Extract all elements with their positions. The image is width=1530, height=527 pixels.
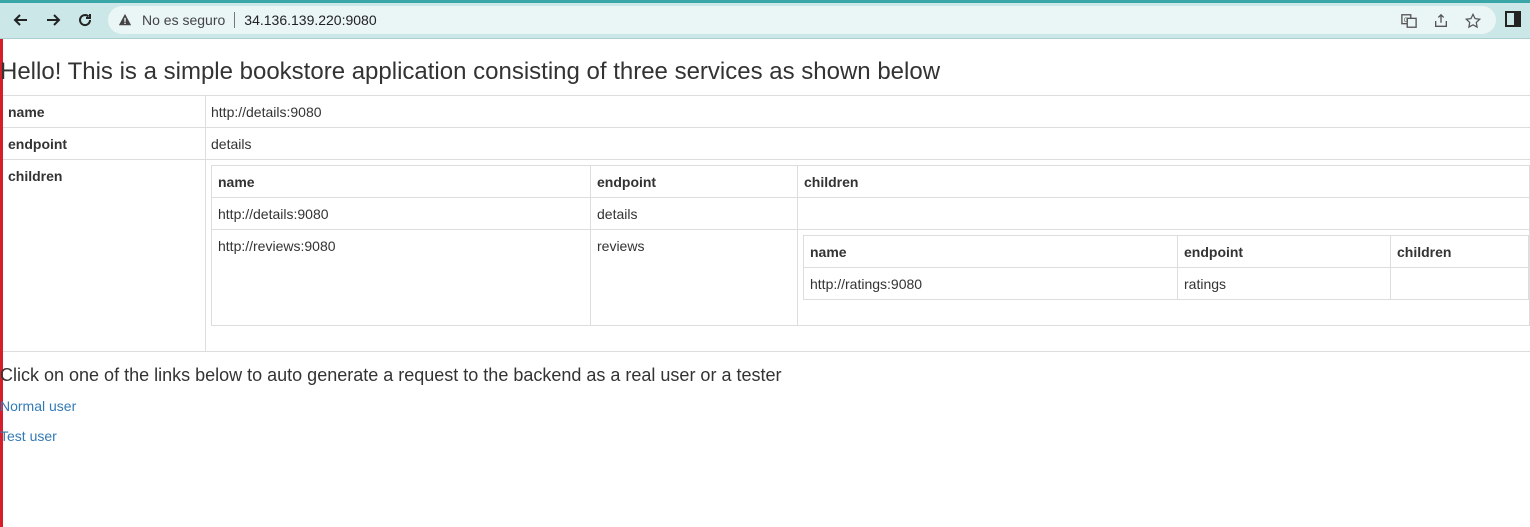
warning-icon[interactable]	[118, 12, 134, 28]
name-label: name	[3, 95, 206, 128]
grandchild-endpoint: ratings	[1177, 267, 1391, 300]
share-icon[interactable]	[1432, 12, 1450, 30]
reviews-children-table: name endpoint children http://ratings:90…	[803, 235, 1529, 300]
tab-strip-edge	[0, 0, 1530, 3]
child-endpoint: details	[590, 197, 798, 230]
grandchild-children	[1390, 267, 1529, 300]
omnibox-divider	[234, 12, 236, 28]
child-children	[797, 197, 1530, 230]
table-row: http://reviews:9080 reviews name endpoin…	[211, 229, 1530, 326]
name-value: http://details:9080	[205, 95, 1530, 128]
column-header-children: children	[1390, 235, 1529, 268]
table-row: name http://details:9080	[3, 95, 1530, 128]
endpoint-label: endpoint	[3, 127, 206, 160]
not-secure-label[interactable]: No es seguro	[142, 12, 225, 28]
table-header-row: name endpoint children	[803, 235, 1529, 268]
column-header-children: children	[797, 165, 1530, 198]
address-bar[interactable]: No es seguro 34.136.139.220:9080 G	[108, 6, 1496, 34]
table-row: http://details:9080 details	[211, 197, 1530, 230]
url-text[interactable]: 34.136.139.220:9080	[244, 12, 376, 28]
test-user-link[interactable]: Test user	[0, 428, 57, 444]
column-header-endpoint: endpoint	[1177, 235, 1391, 268]
grandchild-name: http://ratings:9080	[803, 267, 1178, 300]
child-endpoint: reviews	[590, 229, 798, 326]
translate-icon[interactable]: G	[1400, 12, 1418, 30]
table-row: http://ratings:9080 ratings	[803, 267, 1529, 300]
child-children: name endpoint children http://ratings:90…	[797, 229, 1530, 326]
star-icon[interactable]	[1464, 12, 1482, 30]
svg-text:G: G	[1404, 17, 1409, 24]
endpoint-value: details	[205, 127, 1530, 160]
child-name: http://reviews:9080	[211, 229, 591, 326]
child-name: http://details:9080	[211, 197, 591, 230]
intro-text: Click on one of the links below to auto …	[0, 365, 782, 385]
column-header-name: name	[803, 235, 1178, 268]
side-panel-icon[interactable]	[1504, 10, 1522, 28]
browser-toolbar: No es seguro 34.136.139.220:9080 G	[0, 0, 1530, 39]
reload-icon[interactable]	[72, 7, 98, 33]
table-row: children name endpoint children http://d…	[3, 159, 1530, 352]
table-header-row: name endpoint children	[211, 165, 1530, 198]
back-icon[interactable]	[8, 7, 34, 33]
column-header-name: name	[211, 165, 591, 198]
page-title: Hello! This is a simple bookstore applic…	[0, 58, 941, 85]
column-header-endpoint: endpoint	[590, 165, 798, 198]
children-cell: name endpoint children http://details:90…	[205, 159, 1530, 352]
forward-icon[interactable]	[40, 7, 66, 33]
children-label: children	[3, 159, 206, 352]
table-row: endpoint details	[3, 127, 1530, 160]
services-table: name http://details:9080 endpoint detail…	[3, 95, 1530, 352]
normal-user-link[interactable]: Normal user	[0, 398, 76, 414]
children-table: name endpoint children http://details:90…	[211, 165, 1530, 326]
